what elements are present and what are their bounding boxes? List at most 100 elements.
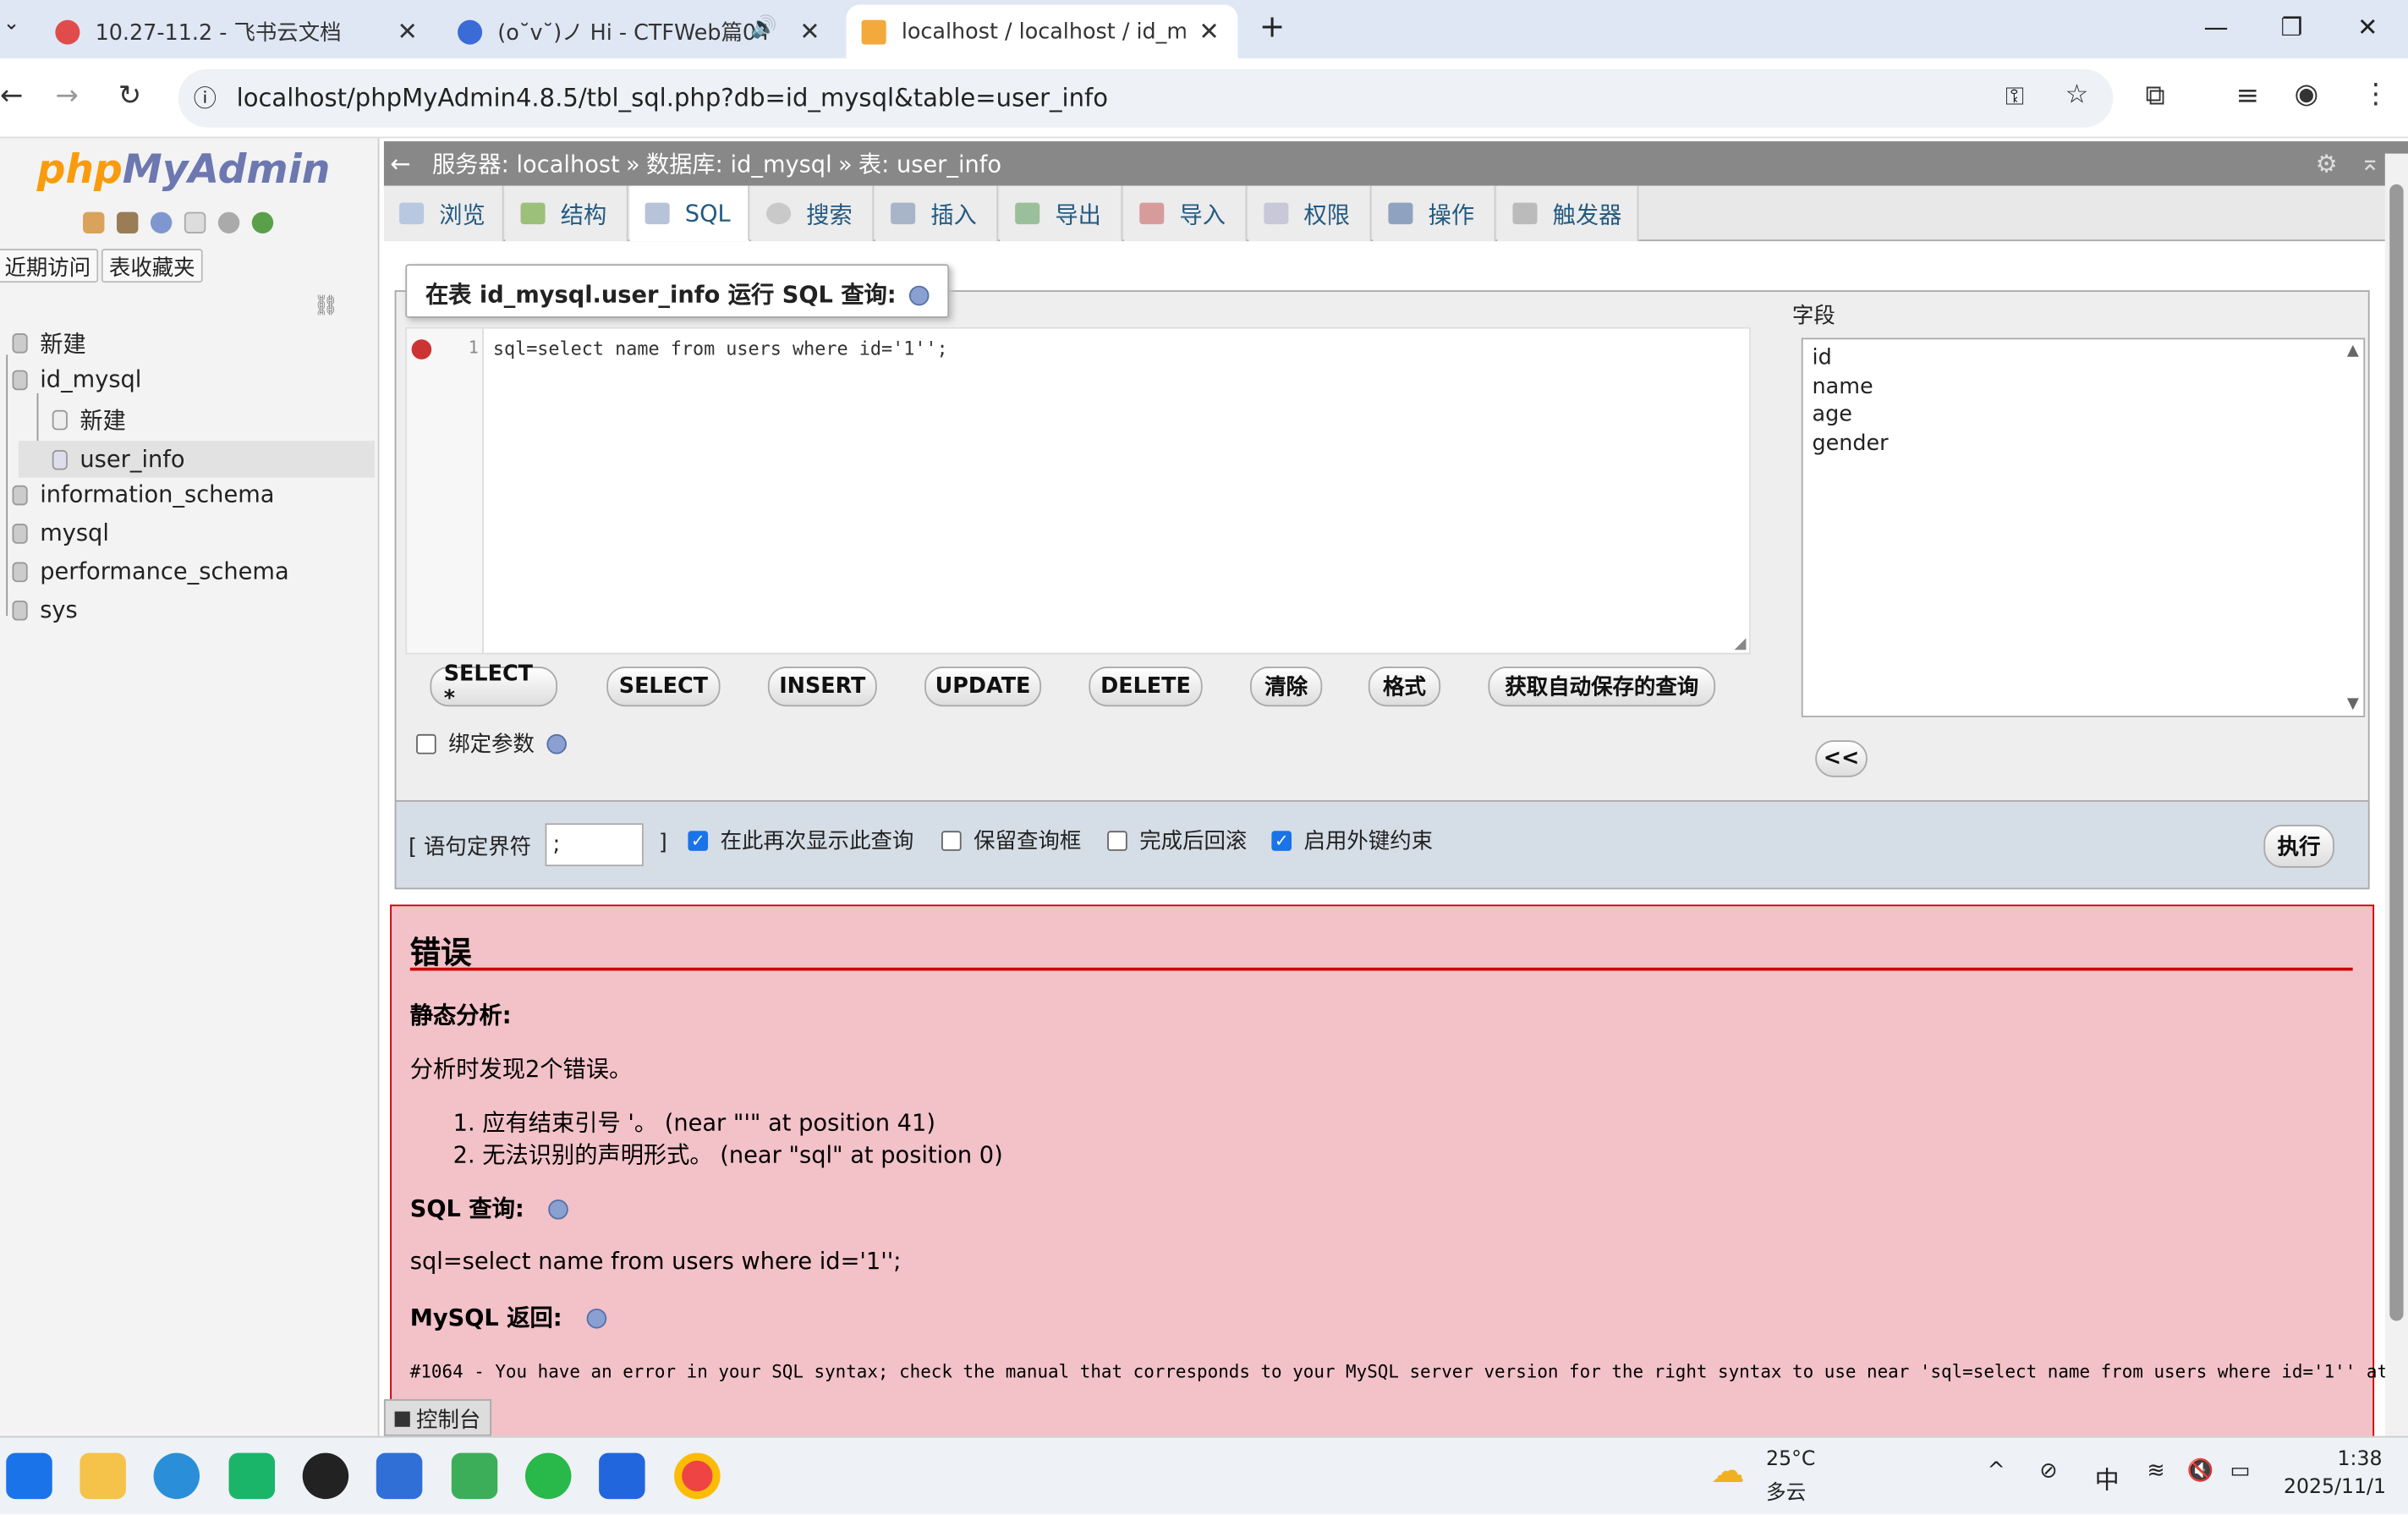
- tree-new-table[interactable]: 新建: [52, 404, 126, 436]
- app-blue-icon[interactable]: [376, 1452, 423, 1500]
- wifi-icon[interactable]: ≋: [2147, 1459, 2164, 1484]
- help-icon[interactable]: [546, 733, 567, 754]
- close-icon[interactable]: ✕: [398, 17, 418, 46]
- file-explorer-icon[interactable]: [80, 1452, 126, 1500]
- tree-db-performance-schema[interactable]: performance_schema: [12, 557, 289, 585]
- sql-editor[interactable]: 1 sql=select name from users where id='1…: [405, 327, 1751, 655]
- bookmark-star-icon[interactable]: ☆: [2065, 80, 2089, 110]
- reload-nav-icon[interactable]: [251, 211, 274, 233]
- tab-sql[interactable]: SQL: [629, 185, 750, 242]
- tree-db-sys[interactable]: sys: [12, 596, 78, 623]
- insert-field-button[interactable]: <<: [1815, 740, 1868, 777]
- help-icon[interactable]: [150, 211, 173, 233]
- bind-params-option[interactable]: 绑定参数: [416, 728, 567, 759]
- minimize-icon[interactable]: —: [2204, 13, 2229, 41]
- window-close-icon[interactable]: ✕: [2357, 13, 2378, 41]
- tab-import[interactable]: 导入: [1124, 185, 1248, 242]
- browser-tab-phpmyadmin[interactable]: localhost / localhost / id_mys ✕: [846, 4, 1238, 58]
- network-off-icon[interactable]: ⊘: [2039, 1459, 2057, 1484]
- scroll-down-icon[interactable]: ▼: [2347, 696, 2359, 713]
- breadcrumb-server[interactable]: 服务器: localhost: [432, 147, 620, 179]
- delimiter-input[interactable]: ;: [545, 823, 644, 867]
- edge-icon[interactable]: [153, 1452, 200, 1500]
- home-icon[interactable]: [83, 211, 105, 233]
- volume-muted-icon[interactable]: 🔇: [2187, 1459, 2214, 1484]
- tray-chevron-icon[interactable]: ^: [1988, 1459, 2005, 1484]
- update-button[interactable]: UPDATE: [924, 667, 1042, 707]
- app-green-icon[interactable]: [228, 1452, 276, 1500]
- console-toggle[interactable]: 控制台: [383, 1399, 492, 1436]
- new-tab-button[interactable]: +: [1259, 8, 1285, 45]
- weather-desc[interactable]: 多云: [1766, 1476, 1806, 1505]
- select-star-button[interactable]: SELECT *: [430, 662, 558, 711]
- app-dark-icon[interactable]: [302, 1452, 349, 1500]
- rollback-checkbox[interactable]: [1107, 830, 1127, 850]
- resize-handle-icon[interactable]: ◢: [1734, 636, 1746, 653]
- close-icon[interactable]: ✕: [799, 17, 820, 46]
- insert-button[interactable]: INSERT: [767, 667, 877, 707]
- field-option[interactable]: age: [1813, 401, 2355, 430]
- site-info-icon[interactable]: ⓘ: [194, 81, 217, 113]
- field-option[interactable]: gender: [1813, 429, 2355, 458]
- format-button[interactable]: 格式: [1368, 667, 1441, 707]
- foreign-key-checks-option[interactable]: ✓ 启用外键约束: [1271, 825, 1433, 855]
- tab-list-chevron-icon[interactable]: ⌄: [3, 13, 20, 36]
- help-icon[interactable]: [586, 1308, 607, 1329]
- breadcrumb-database[interactable]: 数据库: id_mysql: [646, 147, 832, 179]
- tab-export[interactable]: 导出: [1000, 185, 1123, 242]
- show-query-again-option[interactable]: ✓ 在此再次显示此查询: [688, 825, 913, 855]
- show-query-checkbox[interactable]: ✓: [688, 830, 709, 850]
- docs-icon[interactable]: [184, 211, 206, 233]
- menu-kebab-icon[interactable]: ⋮: [2362, 79, 2390, 111]
- help-icon[interactable]: [548, 1199, 569, 1220]
- app-green2-icon[interactable]: [451, 1452, 498, 1500]
- page-scrollbar[interactable]: [2384, 153, 2408, 1436]
- forward-icon[interactable]: →: [55, 80, 78, 112]
- password-key-icon[interactable]: ⚿: [2005, 81, 2024, 112]
- profile-icon[interactable]: ◉: [2295, 79, 2319, 111]
- retain-query-box-option[interactable]: 保留查询框: [941, 825, 1081, 855]
- extensions-icon[interactable]: ⧉: [2146, 80, 2165, 112]
- back-icon[interactable]: ←: [0, 80, 23, 112]
- recent-tables-button[interactable]: 近期访问: [0, 249, 99, 283]
- settings-gear-icon[interactable]: ⚙: [2315, 149, 2337, 178]
- delete-button[interactable]: DELETE: [1089, 667, 1203, 707]
- clock-date[interactable]: 2025/11/1: [2284, 1476, 2386, 1499]
- reload-icon[interactable]: ↻: [118, 80, 141, 112]
- favorite-tables-button[interactable]: 表收藏夹: [101, 249, 203, 283]
- browser-tab-ctf[interactable]: (o˘v˘)ノ Hi - CTFWeb篇04 🔊 ✕: [442, 4, 838, 58]
- tab-privileges[interactable]: 权限: [1248, 185, 1372, 242]
- get-autosaved-query-button[interactable]: 获取自动保存的查询: [1488, 667, 1716, 707]
- bind-params-checkbox[interactable]: [416, 733, 436, 754]
- tab-search[interactable]: 搜索: [750, 185, 875, 242]
- tree-new-db[interactable]: 新建: [12, 327, 86, 360]
- help-icon[interactable]: [908, 285, 929, 306]
- collapse-nav-icon[interactable]: ←: [390, 149, 410, 178]
- battery-icon[interactable]: ▭: [2230, 1459, 2250, 1484]
- tree-db-id-mysql[interactable]: id_mysql: [12, 365, 141, 393]
- wechat-icon[interactable]: [524, 1452, 572, 1500]
- logout-icon[interactable]: [116, 211, 139, 233]
- field-option[interactable]: id: [1813, 344, 2355, 373]
- clock-time[interactable]: 1:38: [2337, 1448, 2382, 1471]
- tree-db-information-schema[interactable]: information_schema: [12, 480, 274, 508]
- field-option[interactable]: name: [1813, 372, 2355, 401]
- tab-operations[interactable]: 操作: [1373, 185, 1496, 242]
- fk-checkbox[interactable]: ✓: [1271, 830, 1292, 850]
- link-with-main-icon[interactable]: ⛓: [313, 295, 338, 318]
- browser-tab-feishu[interactable]: 10.27-11.2 - 飞书云文档 ✕: [40, 4, 436, 58]
- address-bar[interactable]: ⓘ localhost/phpMyAdmin4.8.5/tbl_sql.php?…: [178, 69, 2114, 128]
- weather-icon[interactable]: ☁: [1711, 1453, 1745, 1491]
- scrollbar-thumb[interactable]: [2389, 184, 2404, 1321]
- close-icon[interactable]: ✕: [1199, 17, 1219, 46]
- execute-button[interactable]: 执行: [2263, 825, 2334, 868]
- ime-indicator[interactable]: 中: [2095, 1459, 2120, 1496]
- collapse-top-icon[interactable]: ⌅: [2360, 147, 2380, 176]
- breadcrumb-table[interactable]: 表: user_info: [858, 147, 1001, 179]
- tab-triggers[interactable]: 触发器: [1497, 185, 1639, 242]
- retain-box-checkbox[interactable]: [941, 830, 962, 850]
- app-p-icon[interactable]: [599, 1452, 645, 1500]
- tab-structure[interactable]: 结构: [505, 185, 628, 242]
- rollback-option[interactable]: 完成后回滚: [1107, 825, 1247, 855]
- scroll-up-icon[interactable]: ▲: [2347, 343, 2359, 360]
